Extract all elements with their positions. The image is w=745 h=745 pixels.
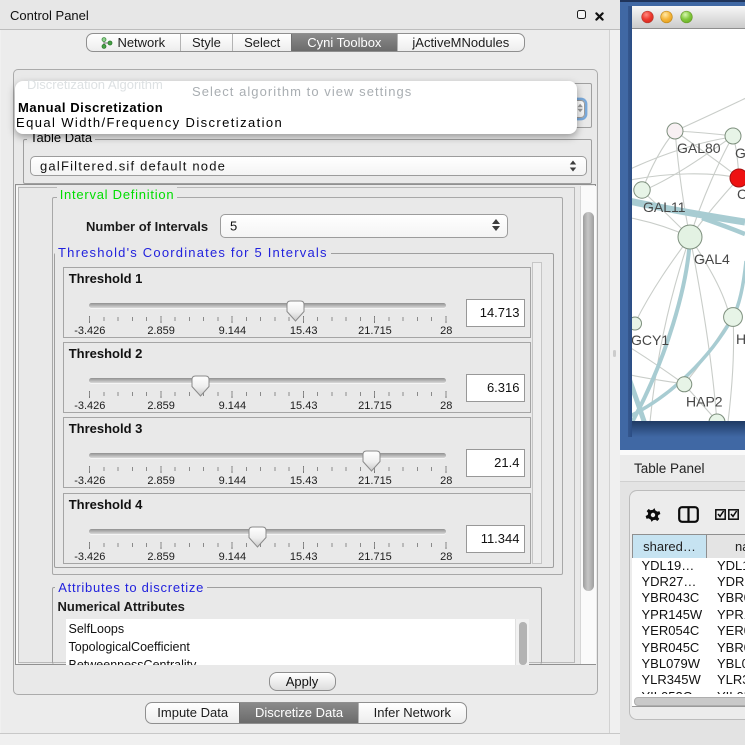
svg-text:GAL11: GAL11 <box>643 199 686 215</box>
svg-text:HAP2: HAP2 <box>686 394 723 410</box>
svg-text:GAL80: GAL80 <box>677 140 721 156</box>
svg-text:GA: GA <box>735 145 745 161</box>
svg-text:H: H <box>736 331 745 347</box>
svg-text:GCY1: GCY1 <box>632 332 669 348</box>
svg-text:C: C <box>737 186 745 202</box>
svg-text:GAL4: GAL4 <box>694 251 730 267</box>
